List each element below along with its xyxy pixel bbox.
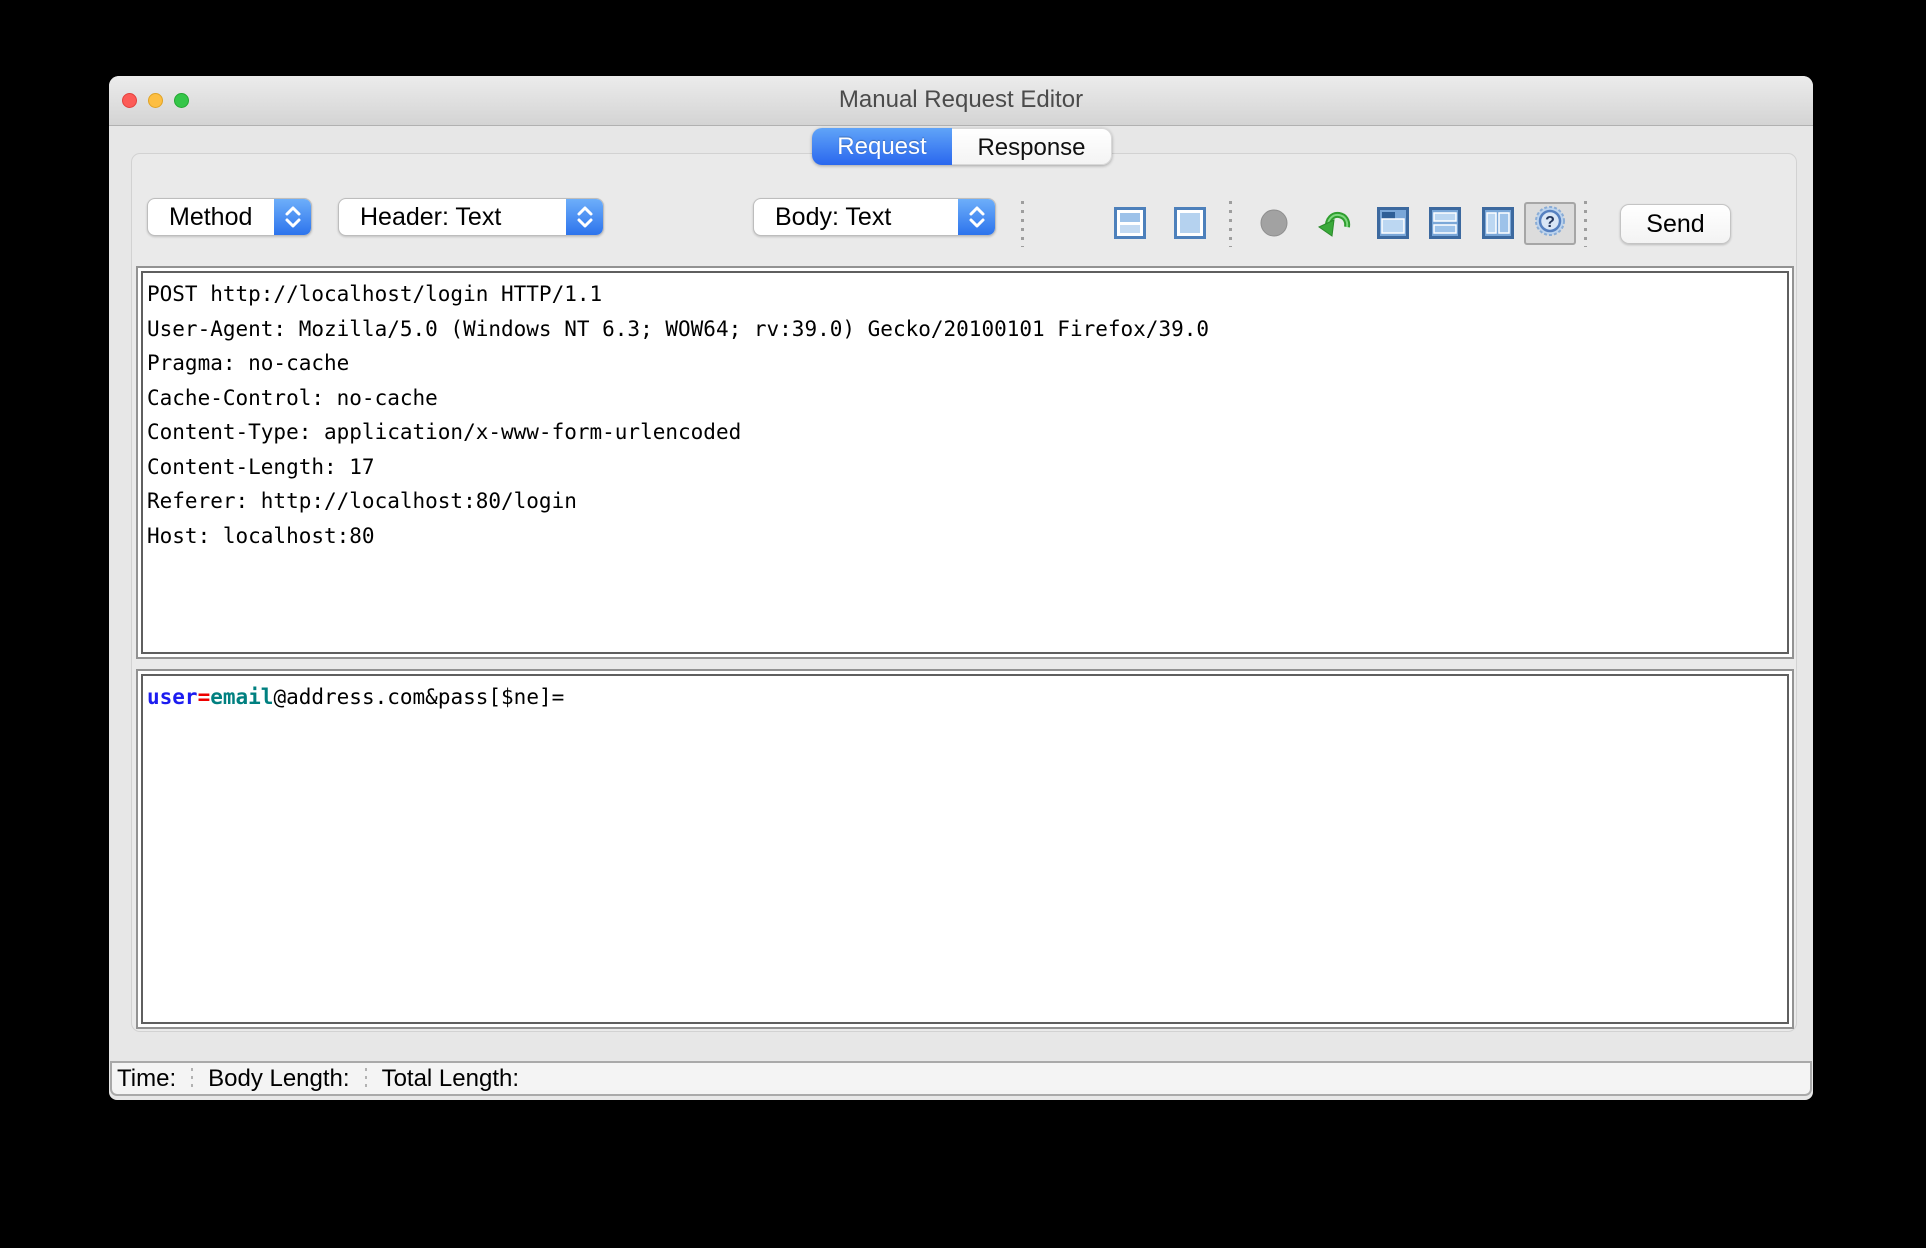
request-body-editor-area[interactable]: user=email@address.com&pass[$ne]=	[141, 674, 1789, 1024]
close-button[interactable]	[122, 93, 137, 108]
toolbar-separator	[1021, 201, 1024, 247]
manual-request-editor-window: Manual Request Editor Request Response M…	[109, 76, 1813, 1100]
record-icon[interactable]	[1257, 206, 1291, 240]
body-length-label: Body Length:	[208, 1064, 350, 1092]
status-separator	[364, 1067, 367, 1090]
header-view-dropdown[interactable]: Header: Text	[338, 198, 604, 236]
minimize-button[interactable]	[148, 93, 163, 108]
request-response-tabs: Request Response	[812, 128, 1112, 165]
dropdown-chevrons-icon	[274, 199, 311, 235]
request-body-text: user=email@address.com&pass[$ne]=	[147, 685, 565, 709]
time-label: Time:	[117, 1064, 177, 1092]
header-view-dropdown-value: Header: Text	[360, 202, 502, 231]
help-icon: ?	[1534, 205, 1566, 242]
request-body-editor: user=email@address.com&pass[$ne]=	[136, 669, 1794, 1029]
body-view-dropdown-value: Body: Text	[775, 202, 892, 231]
toolbar-separator	[1584, 201, 1587, 247]
method-dropdown[interactable]: Method	[147, 198, 312, 236]
single-view-icon[interactable]	[1173, 206, 1207, 240]
body-view-dropdown[interactable]: Body: Text	[753, 198, 996, 236]
tab-request[interactable]: Request	[812, 128, 952, 165]
status-separator	[191, 1067, 194, 1090]
dropdown-chevrons-icon	[566, 199, 603, 235]
toolbar-separator	[1229, 201, 1232, 247]
toolbar: Method Header: Text Body: Text ? Send	[132, 198, 1796, 250]
split-view-icon[interactable]	[1113, 206, 1147, 240]
redirect-arrow-icon[interactable]	[1317, 206, 1351, 240]
tab-response[interactable]: Response	[952, 128, 1112, 165]
method-dropdown-value: Method	[169, 202, 253, 231]
tab-view-icon[interactable]	[1376, 206, 1410, 240]
vertical-split-icon[interactable]	[1481, 206, 1515, 240]
svg-text:?: ?	[1545, 214, 1555, 231]
horizontal-split-icon[interactable]	[1428, 206, 1462, 240]
traffic-lights	[122, 93, 189, 108]
dropdown-chevrons-icon	[958, 199, 995, 235]
window-title: Manual Request Editor	[838, 86, 1084, 113]
request-tab-panel: Method Header: Text Body: Text ? Send PO…	[131, 153, 1797, 1032]
request-header-editor: POST http://localhost/login HTTP/1.1 Use…	[136, 266, 1794, 659]
request-header-editor-area[interactable]: POST http://localhost/login HTTP/1.1 Use…	[141, 271, 1789, 654]
status-bar: Time: Body Length: Total Length:	[110, 1061, 1812, 1096]
help-button[interactable]: ?	[1524, 202, 1576, 245]
title-bar: Manual Request Editor	[109, 76, 1813, 126]
request-header-text: POST http://localhost/login HTTP/1.1 Use…	[147, 282, 1210, 548]
total-length-label: Total Length:	[381, 1064, 519, 1092]
zoom-button[interactable]	[174, 93, 189, 108]
send-button[interactable]: Send	[1620, 204, 1731, 244]
